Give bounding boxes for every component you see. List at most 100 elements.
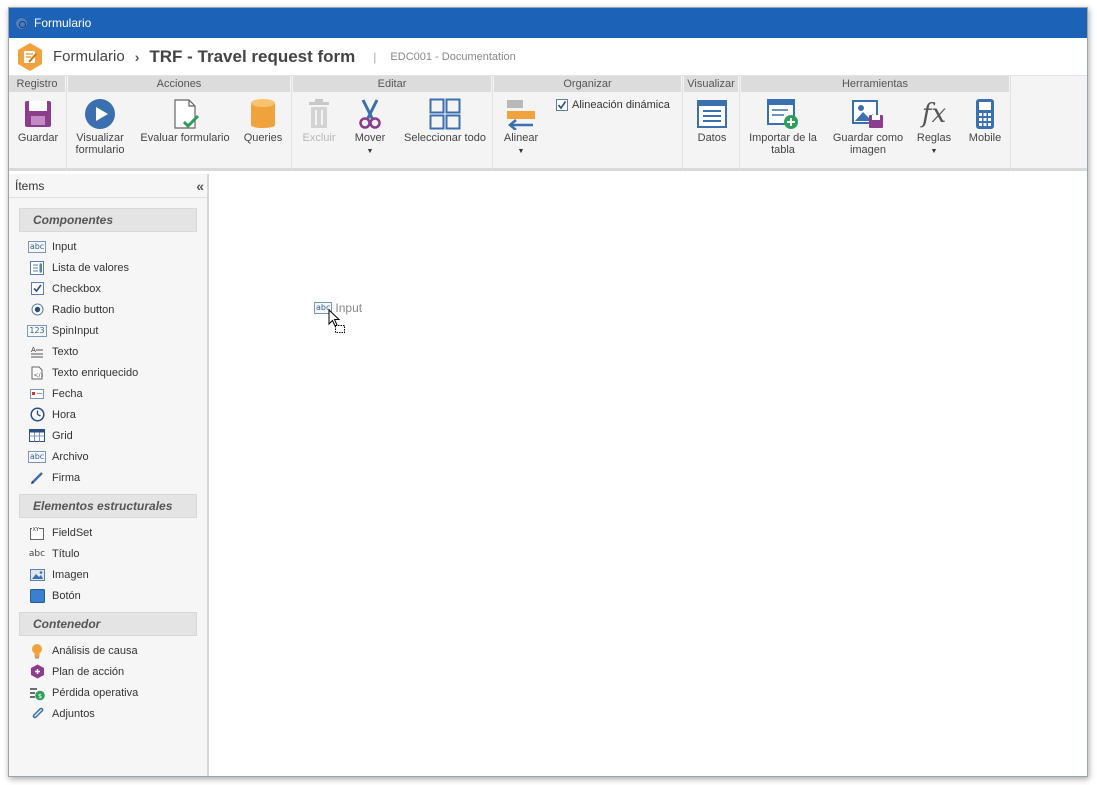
app-window: Formulario Formulario › TRF - Travel req… bbox=[8, 7, 1088, 777]
componentes-list: abc Input Lista de valores Checkbox Radio… bbox=[9, 236, 207, 488]
alineacion-dinamica-checkbox[interactable]: Alineación dinámica bbox=[556, 99, 670, 111]
item-archivo[interactable]: abc Archivo bbox=[9, 446, 207, 467]
mobile-button[interactable]: Mobile bbox=[963, 96, 1007, 144]
operational-loss-icon: $ bbox=[29, 685, 45, 701]
input-abc-icon: abc bbox=[27, 240, 47, 253]
document-check-icon bbox=[138, 96, 232, 132]
group-title: Registro bbox=[9, 76, 66, 92]
rich-text-icon: </> bbox=[29, 365, 45, 381]
checkbox-checked-icon bbox=[556, 99, 568, 111]
item-input[interactable]: abc Input bbox=[9, 236, 207, 257]
group-title: Organizar bbox=[494, 76, 682, 92]
save-icon bbox=[11, 96, 65, 132]
ribbon-group-visualizar: Visualizar Datos bbox=[684, 76, 740, 171]
form-design-canvas[interactable]: abc Input bbox=[211, 174, 1087, 776]
fieldset-icon: XY bbox=[29, 525, 45, 541]
guardar-como-imagen-button[interactable]: Guardar como imagen bbox=[827, 96, 909, 156]
ribbon-toolbar: Registro Guardar Acciones Visualizar for… bbox=[9, 76, 1087, 171]
excluir-button[interactable]: Excluir bbox=[297, 96, 341, 144]
spin-input-123-icon: 123 bbox=[27, 324, 47, 337]
ribbon-group-acciones: Acciones Visualizar formulario Evaluar f… bbox=[68, 76, 292, 171]
clock-icon bbox=[29, 407, 45, 423]
item-analisis-de-causa[interactable]: Análisis de causa bbox=[9, 640, 207, 661]
title-divider: | bbox=[373, 49, 377, 64]
play-icon bbox=[70, 96, 130, 132]
guardar-button[interactable]: Guardar bbox=[11, 96, 65, 144]
mover-button[interactable]: Mover ▼ bbox=[347, 96, 393, 158]
scissors-icon bbox=[347, 96, 393, 132]
breadcrumb-formulario[interactable]: Formulario bbox=[53, 48, 125, 65]
reglas-button[interactable]: fx Reglas ▼ bbox=[913, 96, 955, 158]
trash-icon bbox=[297, 96, 341, 132]
item-fieldset[interactable]: XY FieldSet bbox=[9, 522, 207, 543]
mobile-phone-icon bbox=[963, 96, 1007, 132]
item-hora[interactable]: Hora bbox=[9, 404, 207, 425]
ribbon-group-editar: Editar Excluir Mover ▼ Seleccionar todo bbox=[293, 76, 493, 171]
dropdown-caret-icon: ▼ bbox=[366, 148, 374, 155]
datos-button[interactable]: Datos bbox=[688, 96, 736, 144]
button-element-icon bbox=[29, 588, 45, 604]
title-bar: Formulario bbox=[9, 8, 1087, 38]
estructurales-list: XY FieldSet abc Título Imagen Botón bbox=[9, 522, 207, 606]
database-icon bbox=[240, 96, 286, 132]
select-all-grid-icon bbox=[399, 96, 491, 132]
text-lines-icon: A bbox=[29, 344, 45, 360]
item-perdida-operativa[interactable]: $ Pérdida operativa bbox=[9, 682, 207, 703]
page-subtitle: EDC001 - Documentation bbox=[390, 50, 516, 63]
items-panel: Ítems « Componentes abc Input Lista de va… bbox=[9, 174, 209, 776]
lightbulb-icon bbox=[29, 643, 45, 659]
section-componentes[interactable]: Componentes bbox=[19, 208, 197, 232]
item-texto-enriquecido[interactable]: </>Texto enriquecido bbox=[9, 362, 207, 383]
form-app-icon bbox=[15, 42, 45, 72]
drag-cursor-icon bbox=[328, 308, 346, 340]
collapse-panel-icon[interactable]: « bbox=[196, 178, 204, 194]
item-adjuntos[interactable]: Adjuntos bbox=[9, 703, 207, 724]
item-fecha[interactable]: Fecha bbox=[9, 383, 207, 404]
list-values-icon bbox=[29, 260, 45, 276]
importar-tabla-button[interactable]: Importar de la tabla bbox=[743, 96, 823, 156]
contenedor-list: Análisis de causa Plan de acción $ Pérdid… bbox=[9, 640, 207, 724]
item-imagen[interactable]: Imagen bbox=[9, 564, 207, 585]
evaluar-formulario-button[interactable]: Evaluar formulario bbox=[138, 96, 232, 144]
import-table-icon bbox=[743, 96, 823, 132]
alinear-button[interactable]: Alinear ▼ bbox=[498, 96, 544, 158]
item-radio-button[interactable]: Radio button bbox=[9, 299, 207, 320]
save-image-icon bbox=[827, 96, 909, 132]
app-logo-icon bbox=[15, 16, 28, 30]
item-spininput[interactable]: 123 SpinInput bbox=[9, 320, 207, 341]
pen-signature-icon bbox=[29, 470, 45, 486]
ribbon-group-registro: Registro Guardar bbox=[9, 76, 67, 171]
align-icon bbox=[498, 96, 544, 132]
svg-text:</>: </> bbox=[34, 372, 44, 379]
date-field-icon bbox=[29, 386, 45, 402]
svg-text:A: A bbox=[31, 346, 36, 354]
breadcrumb-separator-icon: › bbox=[134, 48, 140, 65]
radio-button-icon bbox=[29, 302, 45, 318]
window-title: Formulario bbox=[34, 16, 92, 30]
item-plan-de-accion[interactable]: Plan de acción bbox=[9, 661, 207, 682]
action-plan-hexagon-icon bbox=[29, 664, 45, 680]
group-title: Acciones bbox=[68, 76, 291, 92]
item-firma[interactable]: Firma bbox=[9, 467, 207, 488]
dropdown-caret-icon: ▼ bbox=[930, 148, 938, 155]
checkbox-icon bbox=[29, 281, 45, 297]
seleccionar-todo-button[interactable]: Seleccionar todo bbox=[399, 96, 491, 144]
section-contenedor[interactable]: Contenedor bbox=[19, 612, 197, 636]
items-panel-title: Ítems bbox=[15, 178, 45, 193]
group-title: Editar bbox=[293, 76, 492, 92]
section-elementos-estructurales[interactable]: Elementos estructurales bbox=[19, 494, 197, 518]
svg-text:XY: XY bbox=[33, 527, 40, 533]
queries-button[interactable]: Queries bbox=[240, 96, 286, 144]
item-checkbox[interactable]: Checkbox bbox=[9, 278, 207, 299]
dropdown-caret-icon: ▼ bbox=[517, 148, 525, 155]
visualizar-formulario-button[interactable]: Visualizar formulario bbox=[70, 96, 130, 156]
item-texto[interactable]: A Texto bbox=[9, 341, 207, 362]
ribbon-group-organizar: Organizar Alinear ▼ Alineación dinámica bbox=[494, 76, 683, 171]
paperclip-icon bbox=[29, 706, 45, 722]
item-lista-de-valores[interactable]: Lista de valores bbox=[9, 257, 207, 278]
image-icon bbox=[29, 567, 45, 583]
item-boton[interactable]: Botón bbox=[9, 585, 207, 606]
item-titulo[interactable]: abc Título bbox=[9, 543, 207, 564]
item-grid[interactable]: Grid bbox=[9, 425, 207, 446]
data-table-icon bbox=[688, 96, 736, 132]
